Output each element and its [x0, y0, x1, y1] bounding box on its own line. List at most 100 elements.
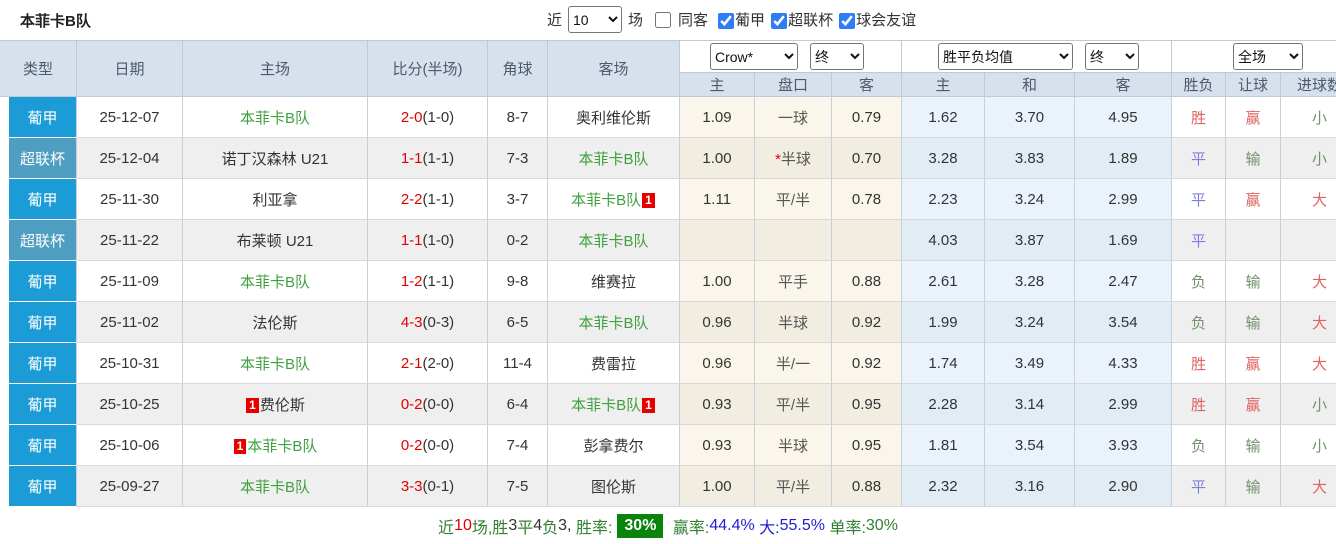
- league-cell: 超联杯: [0, 138, 77, 179]
- ah-away-odds-cell: 0.92: [832, 343, 902, 384]
- fulltime-score: 2-1: [400, 354, 423, 372]
- away-team-name: 本菲卡B队: [578, 150, 649, 168]
- date-cell: 25-10-31: [77, 343, 183, 384]
- col-header-corners: 角球: [488, 40, 548, 97]
- subcol-result-ah: 让球: [1226, 72, 1282, 97]
- home-team-cell: 1 费伦斯: [183, 384, 368, 425]
- score-cell: 2-1(2-0): [368, 343, 488, 384]
- away-team-name: 本菲卡B队: [571, 396, 642, 414]
- euro-home-odds-cell: 1.62: [902, 97, 985, 138]
- match-row: 葡甲 25-10-06 1 本菲卡B队 0-2(0-0) 7-4 彭拿费尔 0.9…: [0, 425, 1336, 466]
- result-goals-cell: 大: [1281, 179, 1336, 220]
- home-team-name: 本菲卡B队: [239, 273, 310, 291]
- filter-controls: 近 10 场 同客 葡甲 超联杯 球会友谊: [543, 6, 916, 33]
- date-cell: 25-10-06: [77, 425, 183, 466]
- result-goals-cell: 大: [1281, 466, 1336, 507]
- halftime-score: (0-1): [422, 477, 455, 495]
- match-row: 葡甲 25-11-30 利亚拿 2-2(1-1) 3-7 本菲卡B队 1 1.11…: [0, 179, 1336, 220]
- scope-select[interactable]: 全场: [1233, 43, 1304, 70]
- ah-line-cell: 平手: [755, 261, 832, 302]
- euro-away-odds-cell: 2.47: [1075, 261, 1173, 302]
- home-team-name: 本菲卡B队: [239, 478, 310, 496]
- same-away-checkbox[interactable]: [655, 11, 672, 28]
- result-goals-cell: 小: [1281, 384, 1336, 425]
- result-goals-cell: 小: [1281, 138, 1336, 179]
- matches-table: 类型 日期 主场 比分(半场) 角球 客场 Crow* 终 胜平负均值终 全场 主…: [0, 40, 1336, 507]
- handicap-group-header: Crow* 终: [680, 40, 902, 72]
- subcol-ah-line: 盘口: [755, 72, 832, 97]
- result-wdl-cell: 平: [1172, 220, 1227, 261]
- halftime-score: (1-1): [422, 190, 455, 208]
- col-header-away: 客场: [548, 40, 680, 97]
- league-cell: 超联杯: [0, 220, 77, 261]
- recent-count-select[interactable]: 10: [568, 6, 623, 33]
- away-team-name: 奥利维伦斯: [575, 109, 651, 127]
- home-red-card-badge: 1: [246, 397, 259, 413]
- avg-odds-select[interactable]: 胜平负均值: [938, 43, 1073, 70]
- ah-line-cell: 半球: [755, 425, 832, 466]
- ah-away-odds-cell: 0.78: [832, 179, 902, 220]
- summary-segment: 4: [533, 516, 543, 534]
- summary-segment: 负: [542, 519, 559, 537]
- filter-checkbox-league-2[interactable]: [771, 13, 788, 30]
- summary-segment: 30%: [617, 513, 664, 538]
- result-wdl-cell: 平: [1172, 138, 1227, 179]
- away-team-name: 本菲卡B队: [578, 314, 649, 332]
- away-team-name: 本菲卡B队: [578, 232, 649, 250]
- match-row: 葡甲 25-11-02 法伦斯 4-3(0-3) 6-5 本菲卡B队 0.96 …: [0, 302, 1336, 343]
- result-handicap-cell: 输: [1226, 261, 1282, 302]
- home-team-cell: 布莱顿 U21: [183, 220, 368, 261]
- euro-away-odds-cell: 2.90: [1075, 466, 1173, 507]
- match-row: 葡甲 25-11-09 本菲卡B队 1-2(1-1) 9-8 维赛拉 1.00 …: [0, 261, 1336, 302]
- top-bar: 本菲卡B队 近 10 场 同客 葡甲 超联杯 球会友谊: [0, 0, 1336, 40]
- match-row: 超联杯 25-11-22 布莱顿 U21 1-1(1-0) 0-2 本菲卡B队 …: [0, 220, 1336, 261]
- col-header-type: 类型: [0, 40, 77, 97]
- ah-away-odds-cell: 0.92: [832, 302, 902, 343]
- odds-company-select[interactable]: Crow*: [710, 43, 798, 70]
- away-team-name: 费雷拉: [590, 355, 636, 373]
- result-goals-cell: 大: [1281, 343, 1336, 384]
- ah-home-odds-cell: 0.93: [680, 384, 755, 425]
- euro-draw-odds-cell: 3.70: [985, 97, 1075, 138]
- match-row: 葡甲 25-12-07 本菲卡B队 2-0(1-0) 8-7 奥利维伦斯 1.0…: [0, 97, 1336, 138]
- corners-cell: 7-3: [488, 138, 548, 179]
- away-team-cell: 费雷拉: [548, 343, 680, 384]
- ah-home-odds-cell: 0.96: [680, 302, 755, 343]
- result-goals-cell: 大: [1281, 302, 1336, 343]
- ah-home-odds-cell: 1.00: [680, 261, 755, 302]
- filter-checkbox-league-3[interactable]: [839, 13, 856, 30]
- away-team-name: 本菲卡B队: [571, 191, 642, 209]
- score-cell: 3-3(0-1): [368, 466, 488, 507]
- ah-home-odds-cell: [680, 220, 755, 261]
- match-row: 葡甲 25-10-31 本菲卡B队 2-1(2-0) 11-4 费雷拉 0.96…: [0, 343, 1336, 384]
- away-team-cell: 维赛拉: [548, 261, 680, 302]
- corners-cell: 6-5: [488, 302, 548, 343]
- date-cell: 25-10-25: [77, 384, 183, 425]
- ah-line-cell: 平/半: [755, 466, 832, 507]
- ah-home-odds-cell: 1.00: [680, 138, 755, 179]
- col-header-score: 比分(半场): [368, 40, 488, 97]
- fulltime-score: 1-2: [400, 272, 423, 290]
- summary-segment: 3: [508, 516, 518, 534]
- match-row: 葡甲 25-10-25 1 费伦斯 0-2(0-0) 6-4 本菲卡B队 1 0.9…: [0, 384, 1336, 425]
- ah-away-odds-cell: [832, 220, 902, 261]
- subcol-eu-home: 主: [902, 72, 985, 97]
- away-red-card-badge: 1: [642, 397, 655, 413]
- euro-home-odds-cell: 1.74: [902, 343, 985, 384]
- summary-segment: 单率:: [825, 519, 866, 537]
- corners-cell: 9-8: [488, 261, 548, 302]
- score-cell: 4-3(0-3): [368, 302, 488, 343]
- match-row: 葡甲 25-09-27 本菲卡B队 3-3(0-1) 7-5 图伦斯 1.00 …: [0, 466, 1336, 507]
- ah-home-odds-cell: 1.00: [680, 466, 755, 507]
- avg-state-select[interactable]: 终: [1085, 43, 1139, 70]
- avg-odds-group-header: 胜平负均值终: [902, 40, 1173, 72]
- filter-checkbox-league-1[interactable]: [718, 13, 735, 30]
- result-wdl-cell: 胜: [1172, 97, 1227, 138]
- summary-segment: 胜率:: [575, 519, 613, 537]
- odds-state-select[interactable]: 终: [810, 43, 864, 70]
- halftime-score: (0-3): [422, 313, 455, 331]
- league-cell: 葡甲: [0, 179, 77, 220]
- ah-line-cell: *半球: [755, 138, 832, 179]
- result-goals-cell: 大: [1281, 261, 1336, 302]
- subcol-result-wdl: 胜负: [1172, 72, 1227, 97]
